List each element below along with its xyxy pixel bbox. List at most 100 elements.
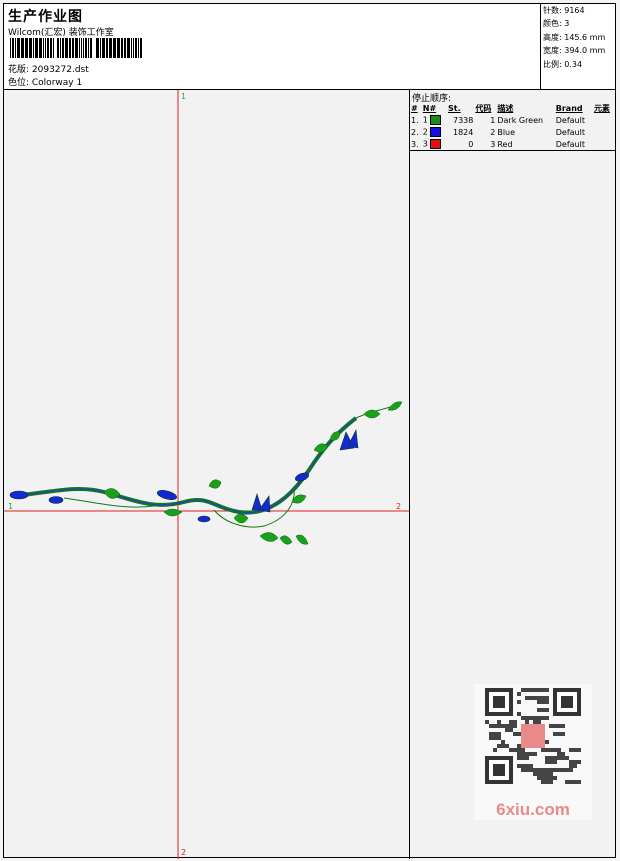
qr-module bbox=[497, 744, 501, 748]
qr-module bbox=[545, 716, 549, 720]
qr-module bbox=[573, 760, 577, 764]
leaf bbox=[313, 443, 329, 453]
barcode-bar bbox=[15, 38, 16, 58]
qr-module bbox=[541, 776, 545, 780]
qr-module bbox=[513, 720, 517, 724]
qr-module bbox=[573, 748, 577, 752]
design-scale: 比例: 0.34 bbox=[543, 59, 583, 69]
row-code: 1 bbox=[490, 115, 496, 125]
col-needle: N# bbox=[422, 103, 437, 113]
watermark-text: 6xiu.com bbox=[496, 800, 570, 819]
design-stats: 针数: 9164 颜色: 3 高度: 145.6 mm 宽度: 394.0 mm… bbox=[540, 4, 615, 89]
col-element: 元素 bbox=[593, 103, 610, 113]
color-swatch bbox=[430, 127, 442, 137]
qr-module bbox=[533, 752, 537, 756]
page-title: 生产作业图 bbox=[8, 9, 83, 25]
barcode-bar bbox=[102, 38, 105, 58]
qr-module bbox=[529, 752, 533, 756]
qr-module bbox=[541, 716, 545, 720]
barcode-bar bbox=[131, 38, 132, 58]
col-code: 代码 bbox=[475, 103, 492, 113]
qr-module bbox=[533, 720, 537, 724]
qr-module bbox=[521, 688, 525, 692]
qr-module bbox=[565, 780, 569, 784]
barcode-bar bbox=[83, 38, 84, 58]
col-stitches: St. bbox=[448, 103, 461, 113]
qr-module bbox=[549, 756, 553, 760]
barcode-bar bbox=[35, 38, 38, 58]
qr-module bbox=[553, 724, 557, 728]
barcode-bar bbox=[135, 38, 137, 58]
qr-module bbox=[521, 764, 525, 768]
barcode bbox=[10, 38, 142, 58]
qr-module bbox=[517, 752, 521, 756]
row-description: Red bbox=[496, 138, 555, 151]
qr-module bbox=[525, 716, 529, 720]
qr-module bbox=[517, 756, 521, 760]
qr-module bbox=[553, 776, 557, 780]
barcode-bar bbox=[81, 38, 82, 58]
qr-module bbox=[505, 728, 509, 732]
barcode-bar bbox=[138, 38, 139, 58]
barcode-bar bbox=[85, 38, 87, 58]
qr-module bbox=[537, 720, 541, 724]
barcode-bar bbox=[25, 38, 28, 58]
barcode-bar bbox=[69, 38, 71, 58]
qr-module bbox=[537, 688, 541, 692]
qr-module bbox=[569, 760, 573, 764]
colorway-label: 色位: Colorway 1 bbox=[8, 78, 83, 88]
barcode-bar bbox=[121, 38, 123, 58]
stitch-count: 针数: 9164 bbox=[543, 6, 585, 15]
barcode-bar bbox=[43, 38, 44, 58]
table-header-row: # N# St. 代码 描述 Brand 元素 bbox=[410, 102, 615, 114]
h-axis-right-label: 2 bbox=[396, 502, 402, 511]
qr-module bbox=[541, 696, 545, 700]
barcode-bar bbox=[90, 38, 92, 58]
qr-module bbox=[525, 752, 529, 756]
barcode-bar bbox=[75, 38, 78, 58]
qr-module bbox=[525, 756, 529, 760]
qr-module bbox=[505, 744, 509, 748]
qr-module bbox=[553, 756, 557, 760]
barcode-bar bbox=[39, 38, 42, 58]
qr-module bbox=[513, 732, 517, 736]
qr-finder bbox=[493, 696, 505, 708]
qr-module bbox=[541, 772, 545, 776]
barcode-bar bbox=[100, 38, 101, 58]
qr-watermark: 6xiu.com bbox=[474, 684, 592, 820]
barcode-bar bbox=[65, 38, 68, 58]
barcode-bar bbox=[29, 38, 32, 58]
qr-module bbox=[545, 748, 549, 752]
qr-module bbox=[529, 688, 533, 692]
qr-module bbox=[517, 764, 521, 768]
qr-module bbox=[537, 768, 541, 772]
design-canvas: 1 2 1 2 bbox=[4, 90, 410, 859]
design-width: 宽度: 394.0 mm bbox=[543, 46, 606, 56]
qr-module bbox=[513, 748, 517, 752]
qr-module bbox=[493, 732, 497, 736]
qr-module bbox=[545, 768, 549, 772]
color-count: 颜色: 3 bbox=[543, 19, 570, 29]
qr-module bbox=[549, 724, 553, 728]
qr-module bbox=[549, 772, 553, 776]
flower-bud bbox=[9, 490, 29, 500]
row-element bbox=[593, 114, 615, 126]
qr-module bbox=[525, 720, 529, 724]
qr-module bbox=[521, 748, 525, 752]
barcode-bar bbox=[127, 38, 130, 58]
barcode-bar bbox=[88, 38, 89, 58]
barcode-bar bbox=[117, 38, 120, 58]
barcode-bar bbox=[12, 38, 14, 58]
row-index: 3. bbox=[410, 138, 422, 151]
qr-module bbox=[549, 776, 553, 780]
barcode-bar bbox=[33, 38, 34, 58]
qr-module bbox=[537, 696, 541, 700]
row-needle-number: 3 bbox=[422, 139, 428, 149]
leaf bbox=[295, 534, 309, 545]
barcode-bar bbox=[62, 38, 64, 58]
qr-module bbox=[557, 756, 561, 760]
v-axis-top-label: 1 bbox=[181, 92, 187, 101]
qr-module bbox=[525, 768, 529, 772]
barcode-bar bbox=[10, 38, 11, 58]
leaf bbox=[163, 508, 183, 517]
